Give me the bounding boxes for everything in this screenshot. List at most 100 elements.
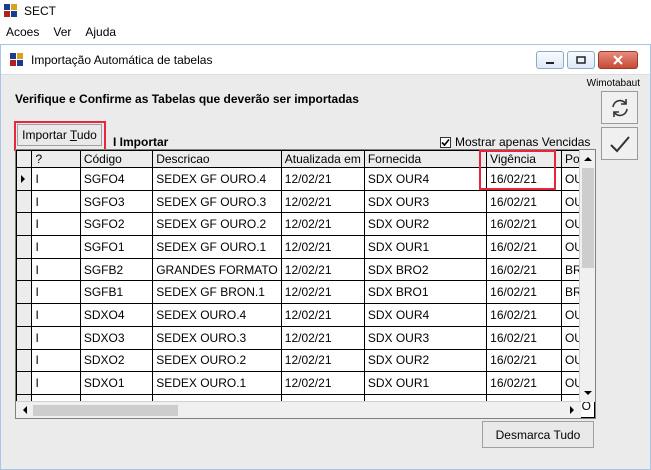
cell-flag[interactable]: I [31, 303, 81, 327]
scroll-right-icon[interactable] [564, 402, 580, 418]
cell-supplier[interactable]: SDX OUR2 [363, 212, 488, 237]
cell-flag[interactable]: I [31, 371, 81, 395]
cell-code[interactable]: SDXO4 [79, 303, 154, 327]
cell-flag[interactable]: I [31, 167, 81, 191]
row-indicator[interactable] [16, 189, 33, 214]
cell-updated[interactable]: 12/02/21 [280, 257, 365, 282]
minimize-button[interactable] [536, 51, 564, 69]
unmark-all-button[interactable]: Desmarca Tudo [482, 421, 594, 448]
cell-code[interactable]: SDXO3 [79, 325, 154, 350]
cell-flag[interactable]: I [31, 212, 81, 237]
cell-desc[interactable]: SEDEX OURO.3 [152, 325, 282, 350]
table-row[interactable]: I SDXO2 SEDEX OURO.2 12/02/21 SDX OUR2 16/02/… [16, 348, 595, 373]
cell-valid[interactable]: 16/02/21 [486, 348, 562, 373]
cell-valid[interactable]: 16/02/21 [486, 280, 562, 305]
menu-acoes[interactable]: Acoes [0, 25, 47, 39]
cell-flag[interactable]: I [31, 348, 81, 373]
cell-updated[interactable]: 12/02/21 [280, 348, 365, 373]
vertical-scrollbar[interactable] [579, 150, 595, 402]
row-indicator[interactable] [16, 325, 33, 350]
cell-code[interactable]: SDXO2 [79, 348, 154, 373]
show-expired-checkbox[interactable] [440, 136, 451, 148]
table-row[interactable]: I SGFO3 SEDEX GF OURO.3 12/02/21 SDX OUR3 16/… [16, 189, 595, 214]
cell-desc[interactable]: SEDEX OURO.4 [152, 303, 282, 327]
table-row[interactable]: I SGFO1 SEDEX GF OURO.1 12/02/21 SDX OUR1 16/… [16, 235, 595, 259]
scroll-left-icon[interactable] [17, 402, 33, 418]
cell-valid[interactable]: 16/02/21 [486, 371, 562, 395]
cell-desc[interactable]: SEDEX GF OURO.1 [152, 235, 282, 259]
scroll-down-icon[interactable] [580, 385, 596, 401]
cell-supplier[interactable]: SDX OUR4 [363, 303, 488, 327]
header-code[interactable]: Código [79, 150, 154, 168]
cell-code[interactable]: SGFO3 [79, 189, 154, 214]
row-indicator[interactable] [16, 280, 33, 305]
table-row[interactable]: I SDXO1 SEDEX OURO.1 12/02/21 SDX OUR1 16/02/… [16, 371, 595, 395]
cell-code[interactable]: SGFB2 [79, 257, 154, 282]
cell-valid[interactable]: 16/02/21 [486, 257, 562, 282]
cell-desc[interactable]: GRANDES FORMATO [152, 257, 282, 282]
scroll-up-icon[interactable] [580, 151, 596, 167]
row-indicator[interactable] [16, 235, 33, 259]
cell-supplier[interactable]: SDX OUR4 [363, 167, 488, 191]
confirm-button[interactable] [601, 127, 638, 160]
horizontal-scrollbar[interactable] [16, 401, 581, 418]
cell-flag[interactable]: I [31, 257, 81, 282]
maximize-button[interactable] [567, 51, 595, 69]
cell-valid[interactable]: 16/02/21 [486, 235, 562, 259]
table-row[interactable]: I SGFB2 GRANDES FORMATO 12/02/21 SDX BRO2 16/… [16, 257, 595, 282]
cell-updated[interactable]: 12/02/21 [280, 303, 365, 327]
header-desc[interactable]: Descricao [152, 150, 282, 168]
cell-desc[interactable]: SEDEX GF OURO.3 [152, 189, 282, 214]
cell-supplier[interactable]: SDX OUR3 [363, 189, 488, 214]
header-updated[interactable]: Atualizada em [280, 150, 365, 168]
cell-updated[interactable]: 12/02/21 [280, 371, 365, 395]
cell-valid[interactable]: 16/02/21 [486, 189, 562, 214]
menu-ajuda[interactable]: Ajuda [79, 25, 124, 39]
cell-updated[interactable]: 12/02/21 [280, 189, 365, 214]
cell-code[interactable]: SGFB1 [79, 280, 154, 305]
table-row[interactable]: I SDXO4 SEDEX OURO.4 12/02/21 SDX OUR4 16/02/… [16, 303, 595, 327]
row-indicator[interactable] [16, 371, 33, 395]
cell-valid[interactable]: 16/02/21 [486, 325, 562, 350]
cell-supplier[interactable]: SDX BRO1 [363, 280, 488, 305]
cell-code[interactable]: SDXO1 [79, 371, 154, 395]
cell-updated[interactable]: 12/02/21 [280, 235, 365, 259]
cell-supplier[interactable]: SDX BRO2 [363, 257, 488, 282]
row-indicator[interactable] [16, 257, 33, 282]
cell-code[interactable]: SGFO1 [79, 235, 154, 259]
table-row[interactable]: I SDXO3 SEDEX OURO.3 12/02/21 SDX OUR3 16/02/… [16, 325, 595, 350]
cell-supplier[interactable]: SDX OUR2 [363, 348, 488, 373]
cell-flag[interactable]: I [31, 235, 81, 259]
cell-supplier[interactable]: SDX OUR1 [363, 235, 488, 259]
cell-flag[interactable]: I [31, 280, 81, 305]
header-supplier[interactable]: Fornecida [363, 150, 488, 168]
header-flag[interactable]: ? [31, 150, 81, 168]
table-row[interactable]: I SGFB1 SEDEX GF BRON.1 12/02/21 SDX BRO1 16/… [16, 280, 595, 305]
cell-updated[interactable]: 12/02/21 [280, 167, 365, 191]
cell-flag[interactable]: I [31, 325, 81, 350]
cell-desc[interactable]: SEDEX OURO.1 [152, 371, 282, 395]
cell-valid[interactable]: 16/02/21 [486, 303, 562, 327]
row-indicator[interactable] [16, 348, 33, 373]
cell-code[interactable]: SGFO2 [79, 212, 154, 237]
cell-updated[interactable]: 12/02/21 [280, 212, 365, 237]
cell-desc[interactable]: SEDEX GF BRON.1 [152, 280, 282, 305]
cell-code[interactable]: SGFO4 [79, 167, 154, 191]
cell-updated[interactable]: 12/02/21 [280, 280, 365, 305]
close-button[interactable] [598, 51, 638, 69]
menu-ver[interactable]: Ver [47, 25, 79, 39]
cell-flag[interactable]: I [31, 189, 81, 214]
cell-desc[interactable]: SEDEX OURO.2 [152, 348, 282, 373]
horizontal-scroll-thumb[interactable] [33, 405, 178, 416]
cell-supplier[interactable]: SDX OUR3 [363, 325, 488, 350]
row-indicator[interactable] [16, 212, 33, 237]
vertical-scroll-thumb[interactable] [582, 168, 594, 268]
row-indicator[interactable] [16, 303, 33, 327]
cell-valid[interactable]: 16/02/21 [486, 212, 562, 237]
cell-desc[interactable]: SEDEX GF OURO.2 [152, 212, 282, 237]
row-indicator[interactable] [16, 167, 33, 191]
show-expired-option[interactable]: Mostrar apenas Vencidas [440, 135, 590, 149]
table-row[interactable]: I SGFO2 SEDEX GF OURO.2 12/02/21 SDX OUR2 16/… [16, 212, 595, 237]
refresh-button[interactable] [601, 91, 638, 124]
cell-supplier[interactable]: SDX OUR1 [363, 371, 488, 395]
